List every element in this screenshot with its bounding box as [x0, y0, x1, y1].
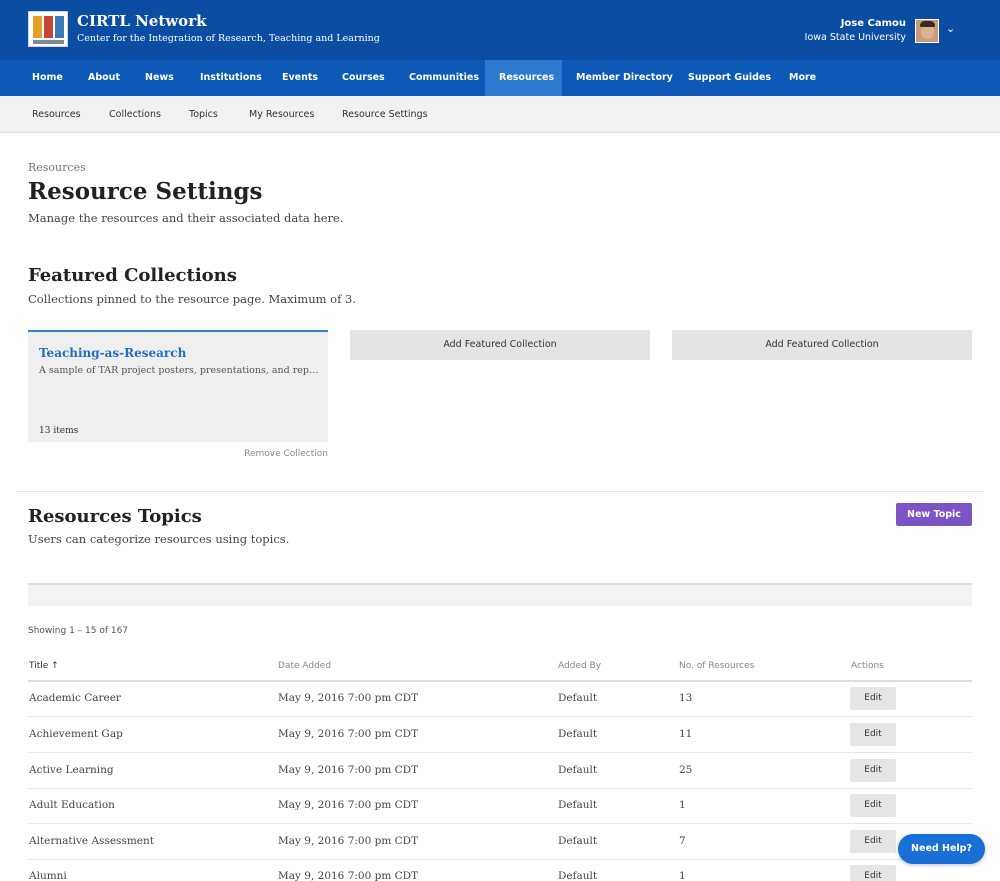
table-row: Alternative Assessment May 9, 2016 7:00 …: [28, 824, 972, 860]
subnav-topics[interactable]: Topics: [189, 96, 218, 133]
new-topic-button[interactable]: New Topic: [896, 503, 972, 526]
column-header-resource-count[interactable]: No. of Resources: [679, 661, 754, 671]
topic-resource-count: 1: [679, 870, 686, 881]
topic-title: Achievement Gap: [29, 728, 123, 740]
topic-date: May 9, 2016 7:00 pm CDT: [278, 728, 419, 740]
page-description: Manage the resources and their associate…: [28, 211, 344, 225]
table-row: Active Learning May 9, 2016 7:00 pm CDT …: [28, 753, 972, 789]
column-header-actions: Actions: [851, 661, 884, 671]
topic-date: May 9, 2016 7:00 pm CDT: [278, 692, 419, 704]
topic-added-by: Default: [558, 870, 598, 881]
nav-about[interactable]: About: [74, 60, 134, 96]
table-row: Academic Career May 9, 2016 7:00 pm CDT …: [28, 681, 972, 717]
need-help-button[interactable]: Need Help?: [898, 834, 985, 864]
topic-date: May 9, 2016 7:00 pm CDT: [278, 764, 419, 776]
subnav-resource-settings[interactable]: Resource Settings: [342, 96, 428, 133]
user-institution: Iowa State University: [804, 32, 906, 43]
topic-title: Adult Education: [29, 799, 115, 811]
nav-member-directory[interactable]: Member Directory: [562, 60, 687, 96]
results-count: Showing 1 – 15 of 167: [28, 626, 129, 636]
sub-nav: Resources Collections Topics My Resource…: [0, 96, 1000, 133]
nav-more[interactable]: More: [775, 60, 830, 96]
topic-resource-count: 25: [679, 764, 693, 776]
nav-news[interactable]: News: [131, 60, 188, 96]
topic-resource-count: 7: [679, 835, 686, 847]
subnav-collections[interactable]: Collections: [109, 96, 161, 133]
topic-added-by: Default: [558, 799, 598, 811]
nav-institutions[interactable]: Institutions: [186, 60, 276, 96]
column-header-added-by[interactable]: Added By: [558, 661, 601, 671]
edit-button[interactable]: Edit: [850, 759, 896, 782]
nav-home[interactable]: Home: [18, 60, 77, 96]
topic-date: May 9, 2016 7:00 pm CDT: [278, 835, 419, 847]
brand-subtitle: Center for the Integration of Research, …: [77, 33, 380, 44]
table-row: Alumni May 9, 2016 7:00 pm CDT Default 1…: [28, 859, 972, 881]
table-row: Achievement Gap May 9, 2016 7:00 pm CDT …: [28, 717, 972, 753]
chevron-down-icon[interactable]: ⌄: [946, 22, 955, 35]
add-featured-collection-button[interactable]: Add Featured Collection: [672, 330, 972, 360]
nav-communities[interactable]: Communities: [395, 60, 493, 96]
topic-title: Active Learning: [29, 764, 114, 776]
nav-events[interactable]: Events: [268, 60, 332, 96]
add-featured-collection-button[interactable]: Add Featured Collection: [350, 330, 650, 360]
topic-resource-count: 11: [679, 728, 693, 740]
table-row: Adult Education May 9, 2016 7:00 pm CDT …: [28, 788, 972, 824]
topic-added-by: Default: [558, 764, 598, 776]
nav-resources[interactable]: Resources: [485, 60, 562, 96]
cirtl-logo[interactable]: [28, 11, 68, 47]
topic-date: May 9, 2016 7:00 pm CDT: [278, 799, 419, 811]
topics-description: Users can categorize resources using top…: [28, 532, 290, 546]
topic-title: Alumni: [29, 870, 67, 881]
section-divider: [16, 491, 984, 492]
topic-date: May 9, 2016 7:00 pm CDT: [278, 870, 419, 881]
edit-button[interactable]: Edit: [850, 723, 896, 746]
column-header-title[interactable]: Title ↑: [29, 661, 59, 671]
column-header-date[interactable]: Date Added: [278, 661, 331, 671]
remove-collection-link[interactable]: Remove Collection: [244, 449, 328, 459]
topics-heading: Resources Topics: [28, 506, 202, 527]
user-avatar[interactable]: [915, 19, 939, 43]
page-title: Resource Settings: [28, 178, 263, 205]
site-header: CIRTL Network Center for the Integration…: [0, 0, 1000, 60]
topic-added-by: Default: [558, 728, 598, 740]
collection-item-count: 13 items: [39, 426, 79, 436]
topic-resource-count: 1: [679, 799, 686, 811]
main-nav: Home About News Institutions Events Cour…: [0, 60, 1000, 96]
topic-added-by: Default: [558, 835, 598, 847]
collection-title[interactable]: Teaching-as-Research: [39, 346, 186, 360]
subnav-resources[interactable]: Resources: [32, 96, 81, 133]
edit-button[interactable]: Edit: [850, 830, 896, 853]
nav-courses[interactable]: Courses: [328, 60, 399, 96]
topic-added-by: Default: [558, 692, 598, 704]
topic-resource-count: 13: [679, 692, 693, 704]
user-name[interactable]: Jose Camou: [841, 18, 906, 29]
nav-support-guides[interactable]: Support Guides: [674, 60, 785, 96]
edit-button[interactable]: Edit: [850, 865, 896, 881]
topic-title: Alternative Assessment: [29, 835, 154, 847]
featured-collection-card[interactable]: Teaching-as-Research A sample of TAR pro…: [28, 330, 328, 442]
breadcrumb[interactable]: Resources: [28, 161, 86, 174]
topic-title: Academic Career: [29, 692, 121, 704]
collection-description: A sample of TAR project posters, present…: [39, 365, 319, 376]
featured-description: Collections pinned to the resource page.…: [28, 292, 356, 306]
edit-button[interactable]: Edit: [850, 687, 896, 710]
filter-bar[interactable]: [28, 583, 972, 606]
edit-button[interactable]: Edit: [850, 794, 896, 817]
subnav-my-resources[interactable]: My Resources: [249, 96, 314, 133]
featured-heading: Featured Collections: [28, 265, 237, 286]
brand-title[interactable]: CIRTL Network: [77, 12, 207, 30]
